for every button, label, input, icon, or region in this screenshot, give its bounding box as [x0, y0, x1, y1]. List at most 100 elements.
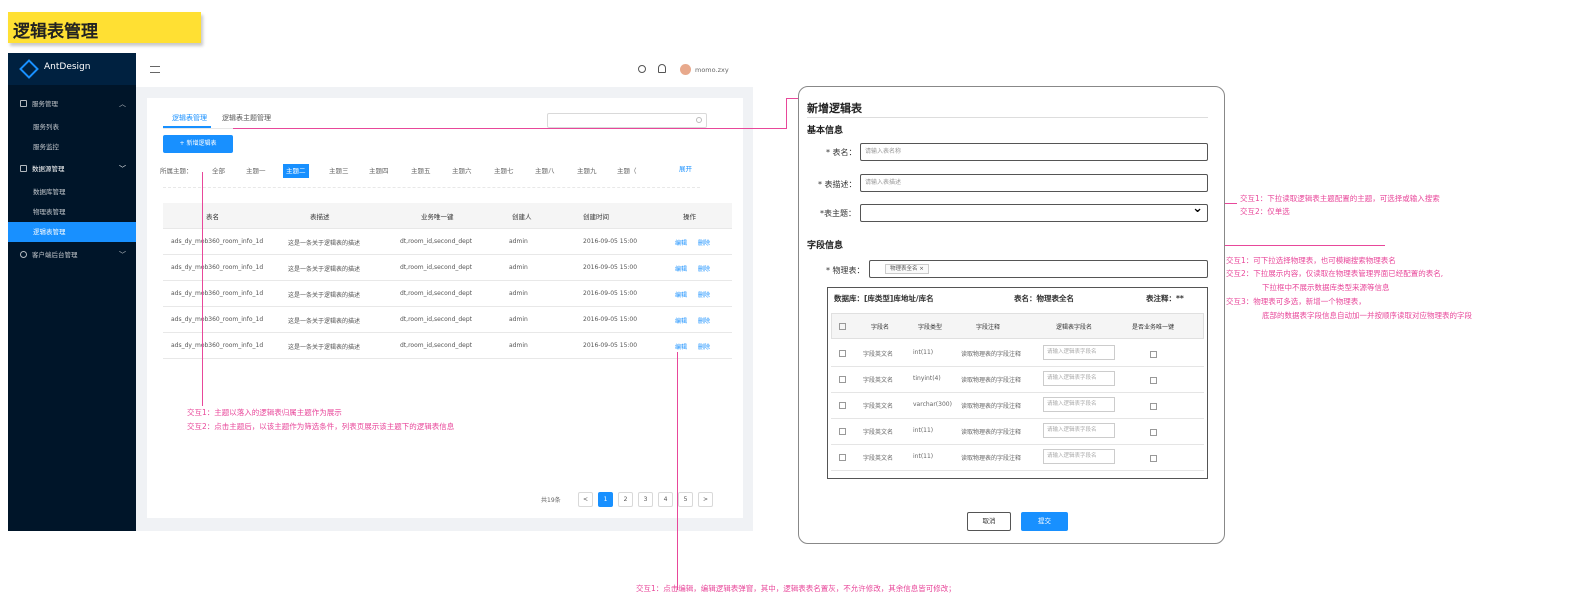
row-checkbox[interactable] — [839, 402, 846, 409]
menu-service[interactable]: 服务管理 ︿ — [8, 94, 136, 114]
menu-db-manage-label: 数据库管理 — [33, 188, 66, 196]
theme-9[interactable]: 主题九 — [574, 164, 600, 178]
pagination-next[interactable]: > — [698, 492, 713, 507]
theme-3[interactable]: 主题三 — [326, 164, 352, 178]
pagination-page-3[interactable]: 3 — [638, 492, 653, 507]
unique-key-checkbox[interactable] — [1150, 351, 1157, 358]
search-input[interactable] — [547, 113, 707, 128]
menu-logical[interactable]: 逻辑表管理 — [8, 222, 136, 242]
note-phys-5: 底部的数据表字段信息自动加一并按顺序读取对应物理表的字段 — [1262, 311, 1472, 320]
theme-1[interactable]: 主题一 — [243, 164, 269, 178]
logical-field-input[interactable]: 请输入逻辑表字段名 — [1043, 345, 1115, 360]
field-comment: 读取物理表的字段注释 — [961, 455, 1022, 462]
cell-time: 2016-09-05 15:00 — [583, 342, 638, 349]
pagination-page-2[interactable]: 2 — [618, 492, 633, 507]
note-bottom: 交互1：点击编辑，编辑逻辑表弹窗，其中，逻辑表表名置灰，不允许修改，其余信息皆可… — [636, 584, 956, 593]
chevron-down-icon: ⌄ — [1192, 201, 1203, 216]
field-name: 字段英文名 — [863, 429, 894, 436]
note-left-2: 交互2：点击主题后，以该主题作为筛选条件，列表页展示该主题下的逻辑表信息 — [187, 422, 455, 431]
theme-4[interactable]: 主题四 — [366, 164, 392, 178]
th-action: 操作 — [683, 213, 696, 221]
cancel-button[interactable]: 取消 — [967, 512, 1011, 531]
pagination-page-5[interactable]: 5 — [678, 492, 693, 507]
field-comment: 读取物理表的字段注释 — [961, 429, 1022, 436]
theme-all[interactable]: 全部 — [209, 164, 228, 178]
unique-key-checkbox[interactable] — [1150, 403, 1157, 410]
add-logical-table-button[interactable]: + 新增逻辑表 — [163, 135, 233, 153]
field-type: int(11) — [913, 453, 934, 460]
avatar[interactable] — [680, 64, 691, 75]
physical-table-select[interactable]: 物理表全名 × — [869, 260, 1208, 278]
edit-link[interactable]: 编辑 — [675, 316, 687, 325]
menu-db-manage[interactable]: 数据库管理 — [8, 182, 136, 202]
theme-10[interactable]: 主题（ — [614, 164, 640, 178]
delete-link[interactable]: 删除 — [698, 342, 710, 351]
pagination-prev[interactable]: < — [578, 492, 593, 507]
menu-service-list[interactable]: 服务列表 — [8, 117, 136, 137]
logical-field-input[interactable]: 请输入逻辑表字段名 — [1043, 397, 1115, 412]
row-checkbox[interactable] — [839, 350, 846, 357]
note-phys-4: 交互3：物理表可多选，新增一个物理表， — [1226, 297, 1366, 306]
bell-icon[interactable] — [658, 64, 666, 73]
user-name[interactable]: momo.zxy — [695, 66, 729, 74]
th-time: 创建时间 — [583, 213, 609, 221]
unique-key-checkbox[interactable] — [1150, 455, 1157, 462]
menu-fold-icon[interactable] — [150, 66, 160, 73]
connector-line — [202, 172, 203, 406]
logo-area: AntDesign — [8, 53, 136, 85]
pagination-total: 共19条 — [541, 497, 561, 504]
theme-6[interactable]: 主题六 — [449, 164, 475, 178]
menu-physical[interactable]: 物理表管理 — [8, 202, 136, 222]
delete-link[interactable]: 删除 — [698, 238, 710, 247]
table-name-input[interactable]: 请输入表名称 — [860, 143, 1208, 161]
connector-line — [1201, 245, 1385, 246]
tab-logical-theme[interactable]: 逻辑表主题管理 — [222, 113, 271, 123]
col-field-type: 字段类型 — [918, 324, 943, 331]
logical-field-input[interactable]: 请输入逻辑表字段名 — [1043, 371, 1115, 386]
menu-data-source[interactable]: 数据源管理 ﹀ — [8, 159, 136, 179]
delete-link[interactable]: 删除 — [698, 264, 710, 273]
theme-select[interactable]: ⌄ — [860, 201, 1208, 222]
logical-field-input[interactable]: 请输入逻辑表字段名 — [1043, 449, 1115, 464]
edit-link[interactable]: 编辑 — [675, 290, 687, 299]
menu-customer[interactable]: 客户端后台管理 ﹀ — [8, 245, 136, 265]
delete-link[interactable]: 删除 — [698, 290, 710, 299]
logical-field-input[interactable]: 请输入逻辑表字段名 — [1043, 423, 1115, 438]
field-info-title: 字段信息 — [807, 241, 844, 251]
cell-name: ads_dy_mob360_room_info_1d — [171, 290, 264, 297]
note-phys-3: 下拉框中不展示数据库类型来源等信息 — [1262, 283, 1390, 292]
theme-label: *表主题： — [820, 209, 856, 218]
pagination-page-1[interactable]: 1 — [598, 492, 613, 507]
menu-service-monitor[interactable]: 服务监控 — [8, 137, 136, 157]
field-comment: 读取物理表的字段注释 — [961, 377, 1022, 384]
theme-2[interactable]: 主题二 — [283, 164, 309, 178]
theme-8[interactable]: 主题八 — [532, 164, 558, 178]
row-checkbox[interactable] — [839, 376, 846, 383]
edit-link[interactable]: 编辑 — [675, 238, 687, 247]
table-desc-input[interactable]: 请输入表描述 — [860, 174, 1208, 192]
edit-link[interactable]: 编辑 — [675, 342, 687, 351]
cell-time: 2016-09-05 15:00 — [583, 264, 638, 271]
pagination-page-4[interactable]: 4 — [658, 492, 673, 507]
close-icon[interactable]: × — [919, 266, 924, 272]
row-checkbox[interactable] — [839, 454, 846, 461]
select-all-checkbox[interactable] — [839, 323, 846, 330]
theme-5[interactable]: 主题五 — [408, 164, 434, 178]
field-name: 字段英文名 — [863, 377, 894, 384]
unique-key-checkbox[interactable] — [1150, 429, 1157, 436]
search-icon[interactable] — [638, 65, 646, 73]
expand-link[interactable]: 展开 — [676, 162, 695, 176]
row-checkbox[interactable] — [839, 428, 846, 435]
submit-button[interactable]: 提交 — [1021, 512, 1068, 531]
edit-icon — [20, 165, 27, 172]
circle-check-icon — [20, 251, 27, 258]
tab-logical[interactable]: 逻辑表管理 — [172, 113, 207, 123]
physical-tag[interactable]: 物理表全名 × — [885, 264, 929, 274]
unique-key-checkbox[interactable] — [1150, 377, 1157, 384]
search-icon — [696, 117, 702, 123]
field-name: 字段英文名 — [863, 351, 894, 358]
theme-7[interactable]: 主题七 — [491, 164, 517, 178]
delete-link[interactable]: 删除 — [698, 316, 710, 325]
edit-link[interactable]: 编辑 — [675, 264, 687, 273]
cell-desc: 这是一条关于逻辑表的描述 — [288, 240, 361, 247]
